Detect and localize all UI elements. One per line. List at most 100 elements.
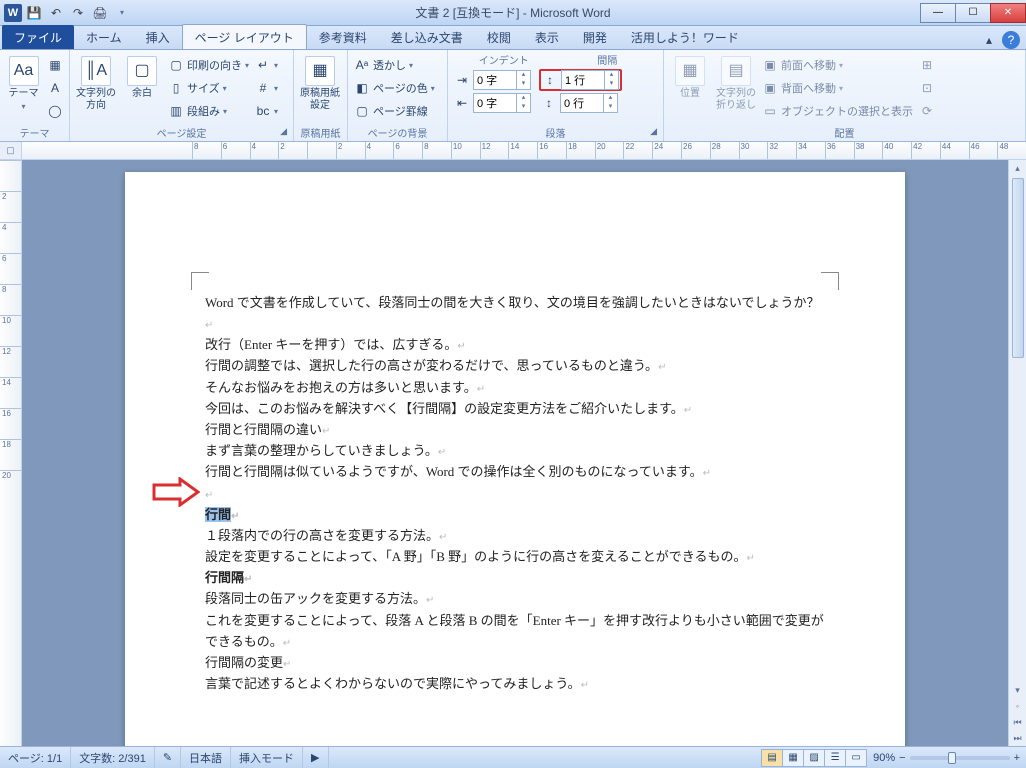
theme-colors-button[interactable]: ▦ <box>45 54 65 76</box>
document-line[interactable]: ↵ <box>205 483 825 504</box>
wrap-text-button[interactable]: ▤文字列の 折り返し <box>714 52 758 112</box>
scroll-thumb[interactable] <box>1012 178 1024 358</box>
document-line[interactable]: 行間の調整では、選択した行の高さが変わるだけで、思っているものと違う。↵ <box>205 355 825 376</box>
document-line[interactable]: これを変更することによって、段落 A と段落 B の間を「Enter キー」を押… <box>205 610 825 652</box>
tab-mailings[interactable]: 差し込み文書 <box>379 25 475 49</box>
columns-button[interactable]: ▥段組み▾ <box>166 100 251 122</box>
zoom-in-button[interactable]: + <box>1014 752 1020 764</box>
ruler-toggle[interactable]: ▢ <box>0 142 22 159</box>
document-line[interactable]: 言葉で記述するとよくわからないので実際にやってみましょう。↵ <box>205 673 825 694</box>
bring-forward-button[interactable]: ▣前面へ移動▾ <box>760 54 915 76</box>
indent-right-icon: ⇤ <box>454 95 470 111</box>
ribbon: Aa テーマ▾ ▦ A ◯ テーマ ║A文字列の 方向 ▢余白 ▢印刷の向き▾ … <box>0 50 1026 142</box>
status-page[interactable]: ページ: 1/1 <box>0 747 71 768</box>
manuscript-button[interactable]: ▦原稿用紙 設定 <box>298 52 342 112</box>
tab-insert[interactable]: 挿入 <box>134 25 182 49</box>
vertical-ruler[interactable]: 2468101214161820 <box>0 160 22 746</box>
document-line[interactable]: 行間と行間隔は似ているようですが、Word での操作は全く別のものになっています… <box>205 461 825 482</box>
selection-pane-button[interactable]: ▭オブジェクトの選択と表示 <box>760 100 915 122</box>
document-line[interactable]: Word で文書を作成していて、段落同士の間を大きく取り、文の境目を強調したいと… <box>205 292 825 334</box>
word-app-icon[interactable]: W <box>4 4 22 22</box>
tab-references[interactable]: 参考資料 <box>307 25 379 49</box>
dialog-launcher-icon[interactable]: ◢ <box>280 126 287 137</box>
document-line[interactable]: 行間↵ <box>205 504 825 525</box>
minimize-button[interactable]: — <box>920 3 956 23</box>
document-line[interactable]: 今回は、このお悩みを解決すべく【行間隔】の設定変更方法をご紹介いたします。↵ <box>205 398 825 419</box>
document-line[interactable]: 行間と行間隔の違い↵ <box>205 419 825 440</box>
indent-right-input[interactable]: ▴▾ <box>473 93 531 113</box>
text-direction-button[interactable]: ║A文字列の 方向 <box>74 52 118 112</box>
status-language[interactable]: 日本語 <box>181 747 231 768</box>
page-color-button[interactable]: ◧ページの色▾ <box>352 77 437 99</box>
minimize-ribbon-icon[interactable]: ▴ <box>980 31 998 49</box>
next-page-icon[interactable]: ⏭ <box>1009 730 1026 746</box>
qat-print-icon[interactable]: 🖨 <box>90 3 110 23</box>
themes-button[interactable]: Aa テーマ▾ <box>4 52 43 112</box>
document-line[interactable]: まず言葉の整理からしていきましょう。↵ <box>205 440 825 461</box>
space-before-input[interactable]: ▴▾ <box>561 70 619 90</box>
document-scroll[interactable]: Word で文書を作成していて、段落同士の間を大きく取り、文の境目を強調したいと… <box>22 160 1008 746</box>
indent-left-input[interactable]: ▴▾ <box>473 70 531 90</box>
line-numbers-button[interactable]: #▾ <box>253 77 280 99</box>
document-line[interactable]: 行間隔↵ <box>205 567 825 588</box>
watermark-button[interactable]: Aᵃ透かし▾ <box>352 54 437 76</box>
space-before-icon: ↕ <box>542 72 558 88</box>
tab-addon[interactable]: 活用しよう！ワード <box>619 25 751 49</box>
rotate-button[interactable]: ⟳ <box>917 100 937 122</box>
align-button[interactable]: ⊞ <box>917 54 937 76</box>
tab-view[interactable]: 表示 <box>523 25 571 49</box>
manuscript-icon: ▦ <box>305 56 335 86</box>
page[interactable]: Word で文書を作成していて、段落同士の間を大きく取り、文の境目を強調したいと… <box>125 172 905 746</box>
scroll-down-icon[interactable]: ▾ <box>1009 682 1026 698</box>
view-full-screen[interactable]: ▦ <box>782 749 804 767</box>
document-line[interactable]: そんなお悩みをお抱えの方は多いと思います。↵ <box>205 377 825 398</box>
size-button[interactable]: ▯サイズ▾ <box>166 77 251 99</box>
tab-page-layout[interactable]: ページ レイアウト <box>182 24 307 49</box>
orientation-button[interactable]: ▢印刷の向き▾ <box>166 54 251 76</box>
status-proofing[interactable]: ✎ <box>155 747 181 768</box>
status-macros[interactable]: ▶ <box>303 747 328 768</box>
group-button[interactable]: ⊡ <box>917 77 937 99</box>
vertical-scrollbar[interactable]: ▴ ▾ ◦ ⏮ ⏭ <box>1008 160 1026 746</box>
theme-fonts-button[interactable]: A <box>45 77 65 99</box>
document-line[interactable]: 改行（Enter キーを押す）では、広すぎる。↵ <box>205 334 825 355</box>
breaks-button[interactable]: ↵▾ <box>253 54 280 76</box>
close-button[interactable]: ✕ <box>990 3 1026 23</box>
view-web-layout[interactable]: ▨ <box>803 749 825 767</box>
document-line[interactable]: 行間隔の変更↵ <box>205 652 825 673</box>
document-line[interactable]: 段落同士の缶アックを変更する方法。↵ <box>205 588 825 609</box>
dialog-launcher-icon[interactable]: ◢ <box>650 126 657 137</box>
prev-page-icon[interactable]: ⏮ <box>1009 714 1026 730</box>
theme-effects-button[interactable]: ◯ <box>45 100 65 122</box>
qat-redo-icon[interactable]: ↷ <box>68 3 88 23</box>
document-line[interactable]: 設定を変更することによって、「A 野」「B 野」のように行の高さを変えることがで… <box>205 546 825 567</box>
view-outline[interactable]: ☰ <box>824 749 846 767</box>
tab-home[interactable]: ホーム <box>74 25 134 49</box>
tab-review[interactable]: 校閲 <box>475 25 523 49</box>
qat-customize-icon[interactable]: ▾ <box>112 3 132 23</box>
page-border-button[interactable]: ▢ページ罫線 <box>352 100 437 122</box>
document-line[interactable]: １段落内での行の高さを変更する方法。↵ <box>205 525 825 546</box>
zoom-out-button[interactable]: − <box>899 752 905 764</box>
scroll-up-icon[interactable]: ▴ <box>1009 160 1026 176</box>
hyphenation-button[interactable]: bc▾ <box>253 100 280 122</box>
browse-object-icon[interactable]: ◦ <box>1009 698 1026 714</box>
horizontal-ruler[interactable]: 8642246810121416182022242628303234363840… <box>22 142 1026 159</box>
status-word-count[interactable]: 文字数: 2/391 <box>71 747 155 768</box>
status-mode[interactable]: 挿入モード <box>231 747 303 768</box>
view-print-layout[interactable]: ▤ <box>761 749 783 767</box>
space-after-input[interactable]: ▴▾ <box>560 93 618 113</box>
zoom-level[interactable]: 90% <box>873 752 895 764</box>
margins-button[interactable]: ▢余白 <box>120 52 164 100</box>
maximize-button[interactable]: ☐ <box>955 3 991 23</box>
view-draft[interactable]: ▭ <box>845 749 867 767</box>
qat-undo-icon[interactable]: ↶ <box>46 3 66 23</box>
zoom-slider[interactable] <box>910 756 1010 760</box>
group-page-setup: ║A文字列の 方向 ▢余白 ▢印刷の向き▾ ▯サイズ▾ ▥段組み▾ ↵▾ #▾ … <box>70 50 294 141</box>
help-icon[interactable]: ? <box>1002 31 1020 49</box>
tab-developer[interactable]: 開発 <box>571 25 619 49</box>
qat-save-icon[interactable]: 💾 <box>24 3 44 23</box>
send-backward-button[interactable]: ▣背面へ移動▾ <box>760 77 915 99</box>
position-button[interactable]: ▦位置 <box>668 52 712 100</box>
tab-file[interactable]: ファイル <box>2 25 74 49</box>
